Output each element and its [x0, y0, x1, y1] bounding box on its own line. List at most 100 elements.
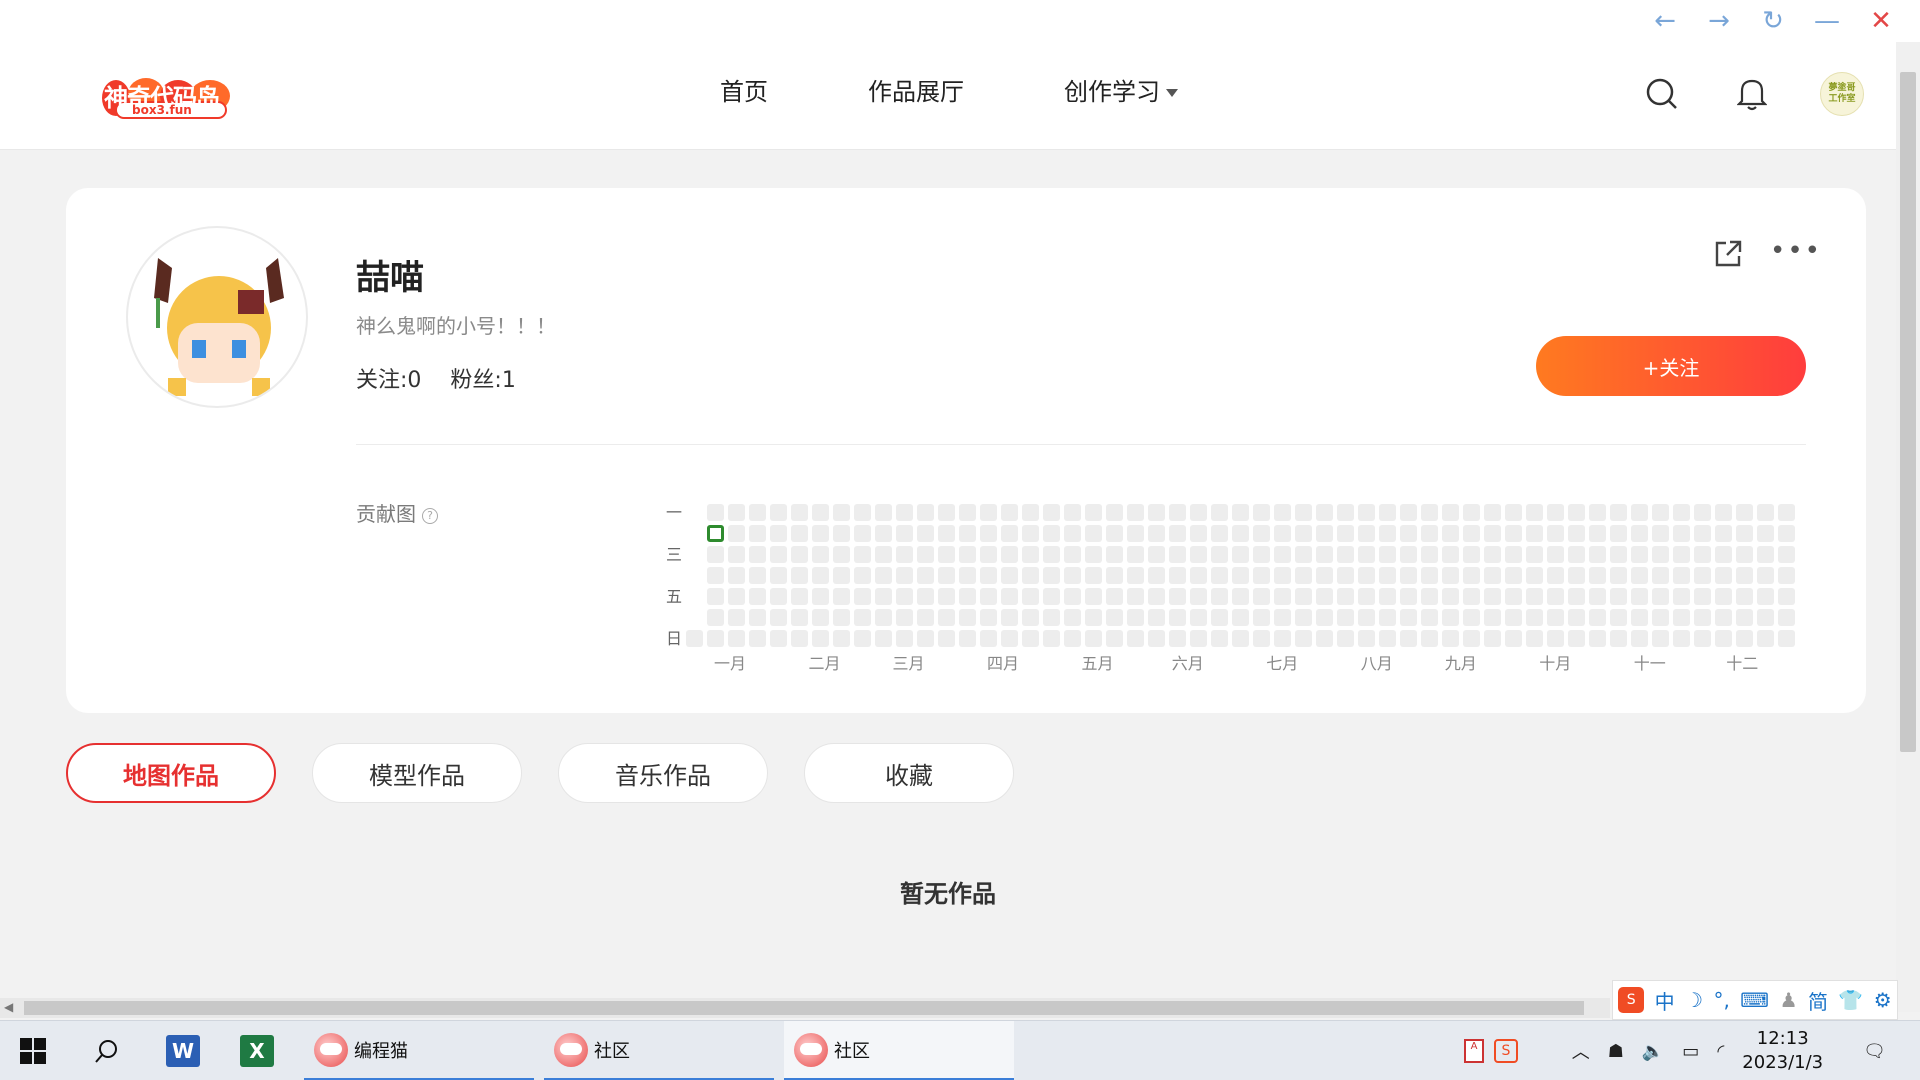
contribution-cell[interactable] [854, 630, 871, 647]
contribution-cell[interactable] [791, 504, 808, 521]
notification-icon[interactable]: 🗨 [1863, 1041, 1886, 1062]
contribution-cell[interactable] [1736, 525, 1753, 542]
vertical-scrollbar[interactable] [1896, 42, 1920, 1012]
contribution-cell[interactable] [1463, 630, 1480, 647]
contribution-cell[interactable] [1421, 609, 1438, 626]
contribution-cell[interactable] [1610, 630, 1627, 647]
contribution-cell[interactable] [1022, 567, 1039, 584]
contribution-cell[interactable] [1232, 567, 1249, 584]
back-arrow-icon[interactable]: ← [1638, 0, 1692, 42]
contribution-cell[interactable] [1757, 567, 1774, 584]
contribution-cell[interactable] [1442, 588, 1459, 605]
contribution-cell[interactable] [959, 630, 976, 647]
contribution-cell[interactable] [707, 630, 724, 647]
contribution-cell[interactable] [1169, 630, 1186, 647]
minimize-icon[interactable]: — [1800, 0, 1854, 42]
contribution-cell[interactable] [1757, 588, 1774, 605]
contribution-cell[interactable] [1064, 504, 1081, 521]
contribution-cell[interactable] [854, 609, 871, 626]
contribution-cell[interactable] [1526, 546, 1543, 563]
contribution-cell[interactable] [707, 567, 724, 584]
contribution-cell[interactable] [1421, 630, 1438, 647]
contribution-cell[interactable] [1001, 546, 1018, 563]
taskbar-app-community-2[interactable]: 社区 [784, 1021, 1014, 1080]
contribution-cell[interactable] [1778, 546, 1795, 563]
help-icon[interactable]: ? [422, 507, 438, 524]
contribution-cell[interactable] [1484, 567, 1501, 584]
contribution-cell[interactable] [980, 567, 997, 584]
contribution-cell[interactable] [1715, 546, 1732, 563]
contribution-cell[interactable] [1106, 504, 1123, 521]
contribution-cell[interactable] [1085, 588, 1102, 605]
bell-icon[interactable] [1728, 70, 1776, 118]
contribution-cell[interactable] [1736, 504, 1753, 521]
contribution-cell[interactable] [1274, 630, 1291, 647]
contribution-cell[interactable] [1169, 609, 1186, 626]
contribution-cell[interactable] [1085, 630, 1102, 647]
contribution-cell[interactable] [875, 609, 892, 626]
contribution-cell[interactable] [1169, 567, 1186, 584]
contribution-cell[interactable] [1358, 504, 1375, 521]
contribution-cell[interactable] [1778, 609, 1795, 626]
contribution-cell[interactable] [833, 609, 850, 626]
word-icon[interactable]: W [166, 1021, 200, 1080]
contribution-cell[interactable] [1400, 588, 1417, 605]
windows-start-icon[interactable] [20, 1021, 46, 1080]
contribution-cell[interactable] [1463, 609, 1480, 626]
contribution-cell[interactable] [1274, 525, 1291, 542]
contribution-cell[interactable] [1022, 630, 1039, 647]
contribution-cell[interactable] [854, 525, 871, 542]
contribution-cell[interactable] [1001, 525, 1018, 542]
contribution-cell[interactable] [959, 609, 976, 626]
contribution-cell[interactable] [1442, 630, 1459, 647]
contribution-cell[interactable] [1022, 504, 1039, 521]
contribution-cell[interactable] [1589, 588, 1606, 605]
contribution-cell[interactable] [1631, 567, 1648, 584]
contribution-cell[interactable] [1001, 567, 1018, 584]
contribution-cell[interactable] [1169, 504, 1186, 521]
nav-gallery[interactable]: 作品展厅 [868, 72, 964, 112]
contribution-cell[interactable] [917, 609, 934, 626]
contribution-cell[interactable] [1778, 588, 1795, 605]
contribution-cell[interactable] [1505, 630, 1522, 647]
contribution-cell[interactable] [1589, 567, 1606, 584]
contribution-cell[interactable] [1001, 504, 1018, 521]
contribution-cell[interactable] [1694, 504, 1711, 521]
tab-model-works[interactable]: 模型作品 [312, 743, 522, 803]
contribution-cell[interactable] [770, 567, 787, 584]
contribution-cell[interactable] [1148, 567, 1165, 584]
contribution-cell[interactable] [1358, 630, 1375, 647]
user-icon[interactable]: ♟ [1780, 988, 1798, 1012]
contribution-cell[interactable] [1295, 504, 1312, 521]
contribution-cell[interactable] [1064, 525, 1081, 542]
contribution-cell[interactable] [1589, 609, 1606, 626]
contribution-cell[interactable] [1568, 630, 1585, 647]
contribution-cell[interactable] [1652, 525, 1669, 542]
contribution-cell[interactable] [812, 630, 829, 647]
contribution-cell[interactable] [728, 630, 745, 647]
contribution-cell[interactable] [1085, 567, 1102, 584]
contribution-cell[interactable] [1190, 504, 1207, 521]
contribution-cell[interactable] [1673, 630, 1690, 647]
contribution-cell[interactable] [1400, 609, 1417, 626]
contribution-cell[interactable] [1001, 588, 1018, 605]
followers-count[interactable]: 粉丝:1 [450, 368, 515, 393]
contribution-cell[interactable] [1064, 588, 1081, 605]
contribution-cell[interactable] [1169, 588, 1186, 605]
contribution-cell[interactable] [1568, 546, 1585, 563]
contribution-cell[interactable] [1022, 609, 1039, 626]
contribution-cell[interactable] [1022, 546, 1039, 563]
contribution-cell[interactable] [1631, 504, 1648, 521]
contribution-cell[interactable] [1547, 609, 1564, 626]
contribution-cell[interactable] [791, 546, 808, 563]
contribution-cell[interactable] [749, 588, 766, 605]
contribution-cell[interactable] [1379, 525, 1396, 542]
contribution-cell[interactable] [1127, 504, 1144, 521]
contribution-cell[interactable] [938, 504, 955, 521]
contribution-cell[interactable] [959, 525, 976, 542]
contribution-cell[interactable] [938, 567, 955, 584]
contribution-cell[interactable] [1736, 609, 1753, 626]
contribution-cell[interactable] [1526, 504, 1543, 521]
contribution-cell[interactable] [1211, 630, 1228, 647]
user-avatar[interactable]: 夢塗哥 工作室 [1818, 70, 1866, 118]
